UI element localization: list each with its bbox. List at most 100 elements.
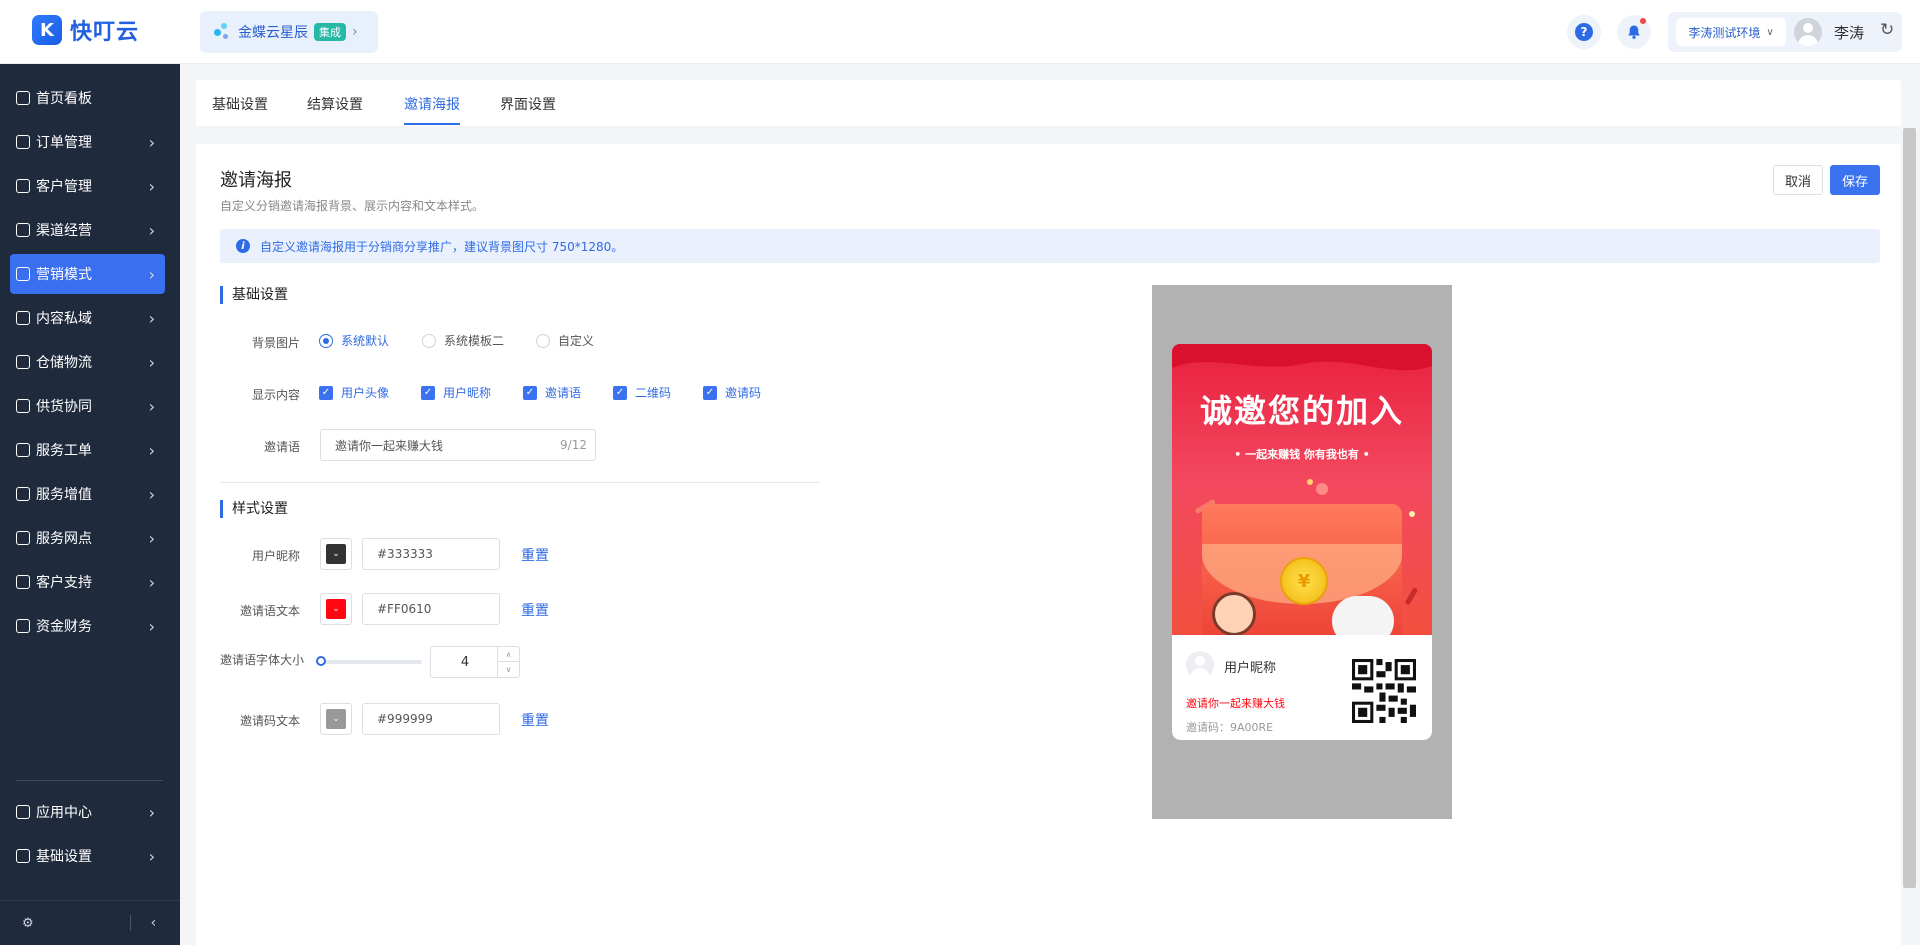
org-badge: 集成	[314, 23, 346, 41]
sidebar-item[interactable]: 渠道经营 ›	[10, 210, 165, 250]
radio-unchecked-icon	[422, 333, 436, 348]
sidebar-item-label: 资金财务	[36, 619, 92, 635]
sidebar-item[interactable]: 服务增值 ›	[10, 474, 165, 514]
sidebar-item[interactable]: 供货协同 ›	[10, 386, 165, 426]
ticket-icon	[16, 443, 30, 457]
nickname-color-input[interactable]: #333333	[362, 538, 500, 570]
checkbox-checked-icon: ✓	[703, 385, 717, 400]
display-option-invite-code[interactable]: ✓ 邀请码	[703, 384, 761, 401]
font-size-value[interactable]: 4	[431, 647, 499, 677]
sidebar-item[interactable]: 服务网点 ›	[10, 518, 165, 558]
checkbox-label: 二维码	[635, 386, 672, 400]
checkbox-label: 用户头像	[341, 386, 390, 400]
invite-text-input[interactable]: 邀请你一起来赚大钱 9/12	[320, 429, 596, 461]
tab-settlement-settings[interactable]: 结算设置	[307, 94, 363, 114]
tab-bar: 基础设置 结算设置 邀请海报 界面设置	[196, 80, 1901, 126]
font-size-stepper[interactable]: 4 ∧ ∨	[430, 646, 520, 678]
checkbox-label: 邀请码	[725, 386, 762, 400]
code-text-color-label: 邀请码文本	[239, 714, 300, 728]
sidebar-item[interactable]: 应用中心 ›	[10, 792, 165, 832]
radio-label: 自定义	[558, 334, 595, 348]
user-name[interactable]: 李涛	[1834, 22, 1864, 43]
collapse-sidebar-icon[interactable]: ‹	[151, 915, 157, 931]
settings-icon[interactable]: ⚙	[22, 916, 34, 931]
tag-icon	[16, 267, 30, 281]
chevron-right-icon: ›	[148, 802, 155, 822]
poster-avatar	[1186, 651, 1214, 679]
cube-icon	[16, 805, 30, 819]
display-option-avatar[interactable]: ✓ 用户头像	[319, 384, 389, 401]
poster-preview: 诚邀您的加入 • 一起来赚钱 你有我也有 • ¥ 用户昵称 邀请你一起来赚大钱 …	[1172, 344, 1432, 740]
section-divider	[220, 482, 820, 483]
save-button[interactable]: 保存	[1830, 165, 1880, 195]
org-logo-icon	[214, 23, 232, 41]
code-text-color-picker[interactable]: ⌄	[320, 703, 352, 735]
decrement-icon[interactable]: ∨	[498, 662, 519, 677]
sidebar-item-label: 应用中心	[36, 805, 92, 821]
order-icon	[16, 135, 30, 149]
code-text-color-input[interactable]: #999999	[362, 703, 500, 735]
section-basic-settings: 基础设置	[220, 286, 288, 304]
cancel-button[interactable]: 取消	[1773, 165, 1823, 195]
chevron-right-icon: ›	[148, 132, 155, 152]
font-size-slider[interactable]	[316, 656, 422, 666]
main-panel: 邀请海报 自定义分销邀请海报背景、展示内容和文本样式。 取消 保存 i 自定义邀…	[196, 144, 1901, 945]
checkbox-label: 用户昵称	[443, 386, 492, 400]
bag-icon	[16, 487, 30, 501]
sidebar-item[interactable]: 客户支持 ›	[10, 562, 165, 602]
display-option-qrcode[interactable]: ✓ 二维码	[613, 384, 671, 401]
notification-button[interactable]	[1617, 15, 1651, 49]
tab-invite-poster[interactable]: 邀请海报	[404, 94, 460, 114]
checkbox-label: 邀请语	[545, 386, 582, 400]
avatar[interactable]	[1794, 18, 1822, 46]
display-option-nickname[interactable]: ✓ 用户昵称	[421, 384, 491, 401]
invite-text-value: 邀请你一起来赚大钱	[335, 438, 444, 453]
char-counter: 9/12	[560, 438, 587, 452]
poster-title: 诚邀您的加入	[1199, 392, 1404, 430]
sidebar-item[interactable]: 客户管理 ›	[10, 166, 165, 206]
nickname-color-reset[interactable]: 重置	[521, 545, 549, 565]
sidebar-item[interactable]: 内容私域 ›	[10, 298, 165, 338]
help-button[interactable]: ?	[1567, 15, 1601, 49]
sidebar-item[interactable]: 营销模式 ›	[10, 254, 165, 294]
page-title: 邀请海报	[220, 170, 292, 191]
poster-preview-frame: 诚邀您的加入 • 一起来赚钱 你有我也有 • ¥ 用户昵称 邀请你一起来赚大钱 …	[1152, 285, 1452, 819]
vertical-scrollbar[interactable]	[1903, 128, 1916, 888]
code-text-color-reset[interactable]: 重置	[521, 710, 549, 730]
sidebar-item-label: 内容私域	[36, 311, 92, 327]
user-area: 李涛测试环境 ∨ 李涛 ↻	[1668, 12, 1902, 52]
slider-handle[interactable]	[316, 656, 326, 666]
display-option-invite-text[interactable]: ✓ 邀请语	[523, 384, 581, 401]
invite-text-color-value: #FF0610	[377, 602, 432, 616]
sidebar-item[interactable]: 服务工单 ›	[10, 430, 165, 470]
chevron-right-icon: ›	[148, 484, 155, 504]
chevron-right-icon: ›	[148, 176, 155, 196]
bg-option-template-two[interactable]: 系统模板二	[422, 332, 504, 349]
nickname-color-picker[interactable]: ⌄	[320, 538, 352, 570]
tab-basic-settings[interactable]: 基础设置	[212, 94, 268, 114]
invite-text-color-picker[interactable]: ⌄	[320, 593, 352, 625]
environment-select[interactable]: 李涛测试环境 ∨	[1676, 18, 1786, 46]
home-icon	[16, 91, 30, 105]
chevron-right-icon: ›	[148, 396, 155, 416]
footer-divider	[129, 915, 131, 931]
sidebar-item[interactable]: 资金财务 ›	[10, 606, 165, 646]
display-content-label: 显示内容	[251, 388, 300, 402]
org-switcher[interactable]: 金蝶云星辰 集成 ›	[200, 11, 378, 53]
sidebar-item[interactable]: 基础设置 ›	[10, 836, 165, 876]
poster-wave-icon	[1172, 344, 1432, 371]
bg-option-custom[interactable]: 自定义	[536, 332, 594, 349]
invite-text-color-input[interactable]: #FF0610	[362, 593, 500, 625]
sidebar-item[interactable]: 首页看板	[10, 78, 165, 118]
increment-icon[interactable]: ∧	[498, 647, 519, 662]
sidebar-item[interactable]: 仓储物流 ›	[10, 342, 165, 382]
invite-text-color-reset[interactable]: 重置	[521, 600, 549, 620]
chevron-down-icon: ⌄	[326, 599, 346, 619]
sidebar-footer: ⚙ ‹	[0, 900, 180, 945]
sidebar-item[interactable]: 订单管理 ›	[10, 122, 165, 162]
logo[interactable]: K 快叮云	[32, 14, 139, 46]
tab-interface-settings[interactable]: 界面设置	[500, 94, 556, 114]
bg-option-default[interactable]: 系统默认	[319, 332, 389, 349]
sidebar-item-label: 首页看板	[36, 91, 92, 107]
refresh-icon[interactable]: ↻	[1880, 20, 1894, 40]
